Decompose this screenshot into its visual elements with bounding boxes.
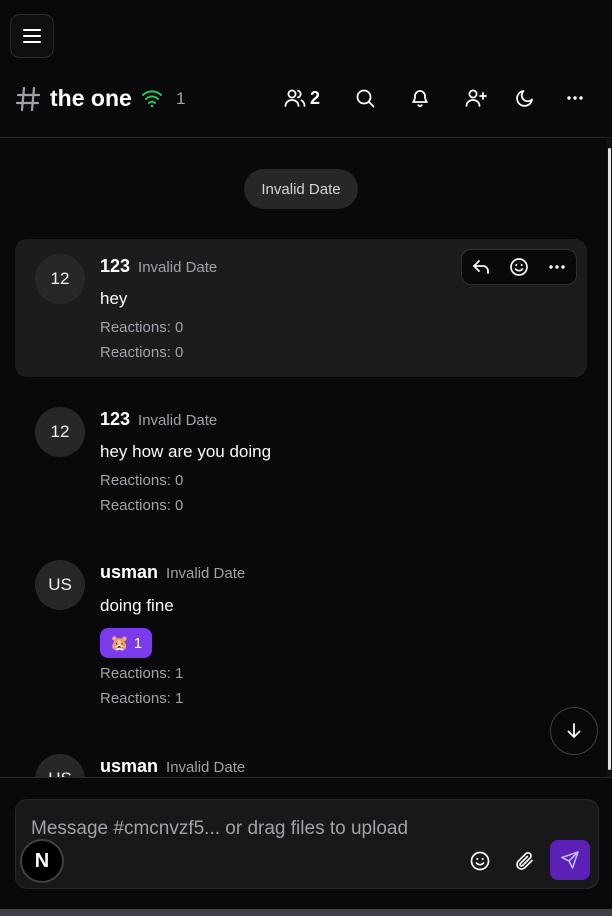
- smile-icon: [509, 257, 529, 277]
- reactions-summary: Reactions: 0: [100, 319, 184, 336]
- message-text: doing fine: [100, 596, 174, 615]
- avatar[interactable]: US: [35, 560, 85, 610]
- message-text: hey how are you doing: [100, 442, 272, 461]
- users-icon: [284, 88, 306, 108]
- channel-header: the one 1 2: [0, 72, 612, 138]
- bell-icon: [410, 88, 430, 108]
- message-timestamp: Invalid Date: [138, 259, 218, 276]
- reaction-chip[interactable]: 🐹 1: [100, 628, 153, 658]
- user-plus-icon: [465, 88, 487, 108]
- message-text: hey: [100, 289, 128, 308]
- reactions-summary: Reactions: 0: [100, 497, 184, 514]
- avatar[interactable]: US: [35, 754, 85, 777]
- paperclip-icon: [514, 850, 536, 872]
- emoji-picker-button[interactable]: [469, 850, 491, 872]
- send-button[interactable]: [550, 840, 590, 880]
- reactions-summary: Reactions: 0: [100, 344, 184, 361]
- attach-file-button[interactable]: [514, 850, 536, 872]
- reply-button[interactable]: [471, 257, 491, 277]
- reaction-emoji: 🐹: [110, 635, 129, 652]
- message-item[interactable]: US usman Invalid Date doing fine 🐹 1 Reac…: [15, 545, 587, 715]
- message-timestamp: Invalid Date: [166, 759, 246, 776]
- send-icon: [560, 850, 580, 870]
- hash-icon: [16, 86, 40, 112]
- members-count: 2: [310, 87, 321, 108]
- add-reaction-button[interactable]: [509, 257, 529, 277]
- menu-button[interactable]: [10, 14, 54, 58]
- reactions-summary: Reactions: 1: [100, 690, 184, 707]
- smile-icon: [469, 850, 491, 872]
- more-horizontal-icon: [547, 257, 567, 277]
- message-list[interactable]: Invalid Date 12 123 Invalid Date hey Reac…: [0, 139, 612, 777]
- members-button[interactable]: 2: [284, 84, 320, 112]
- notifications-button[interactable]: [410, 84, 430, 112]
- reactions-summary: Reactions: 1: [100, 665, 184, 682]
- message-author[interactable]: 123 Invalid Date: [100, 409, 217, 430]
- author-name[interactable]: usman: [100, 756, 158, 776]
- avatar[interactable]: 12: [35, 407, 85, 457]
- more-options-button[interactable]: [565, 84, 585, 112]
- message-author[interactable]: usman Invalid Date: [100, 756, 245, 777]
- online-count: 1: [176, 89, 186, 108]
- author-name[interactable]: 123: [100, 409, 130, 429]
- scroll-to-bottom-button[interactable]: [550, 707, 598, 755]
- theme-toggle-button[interactable]: [515, 84, 535, 112]
- author-name[interactable]: usman: [100, 562, 158, 582]
- arrow-down-icon: [565, 722, 583, 740]
- message-item[interactable]: 12 123 Invalid Date hey Reactions: 0 Reac…: [15, 239, 587, 377]
- reaction-count: 1: [133, 634, 143, 652]
- message-actions-toolbar: [461, 249, 577, 285]
- horizontal-scrollbar[interactable]: [0, 909, 612, 916]
- search-button[interactable]: [355, 84, 375, 112]
- moon-icon: [515, 88, 535, 108]
- more-horizontal-icon: [565, 88, 585, 108]
- hamburger-icon: [23, 29, 41, 43]
- search-icon: [355, 88, 375, 108]
- nextjs-badge[interactable]: N: [20, 839, 64, 883]
- message-author[interactable]: usman Invalid Date: [100, 562, 245, 583]
- scrollbar-thumb[interactable]: [608, 148, 611, 770]
- message-composer: [15, 799, 599, 889]
- channel-name: the one: [50, 85, 132, 111]
- message-input[interactable]: [31, 818, 471, 840]
- reply-icon: [471, 257, 491, 277]
- author-name[interactable]: 123: [100, 256, 130, 276]
- message-timestamp: Invalid Date: [166, 565, 246, 582]
- composer-area: [0, 777, 612, 916]
- message-more-button[interactable]: [547, 257, 567, 277]
- date-separator: Invalid Date: [244, 169, 358, 209]
- message-item[interactable]: US usman Invalid Date: [15, 739, 587, 777]
- invite-user-button[interactable]: [465, 84, 487, 112]
- message-timestamp: Invalid Date: [138, 412, 218, 429]
- reactions-summary: Reactions: 0: [100, 472, 184, 489]
- avatar[interactable]: 12: [35, 254, 85, 304]
- message-author[interactable]: 123 Invalid Date: [100, 256, 217, 277]
- wifi-icon: [141, 88, 163, 108]
- message-item[interactable]: 12 123 Invalid Date hey how are you doing…: [15, 392, 587, 530]
